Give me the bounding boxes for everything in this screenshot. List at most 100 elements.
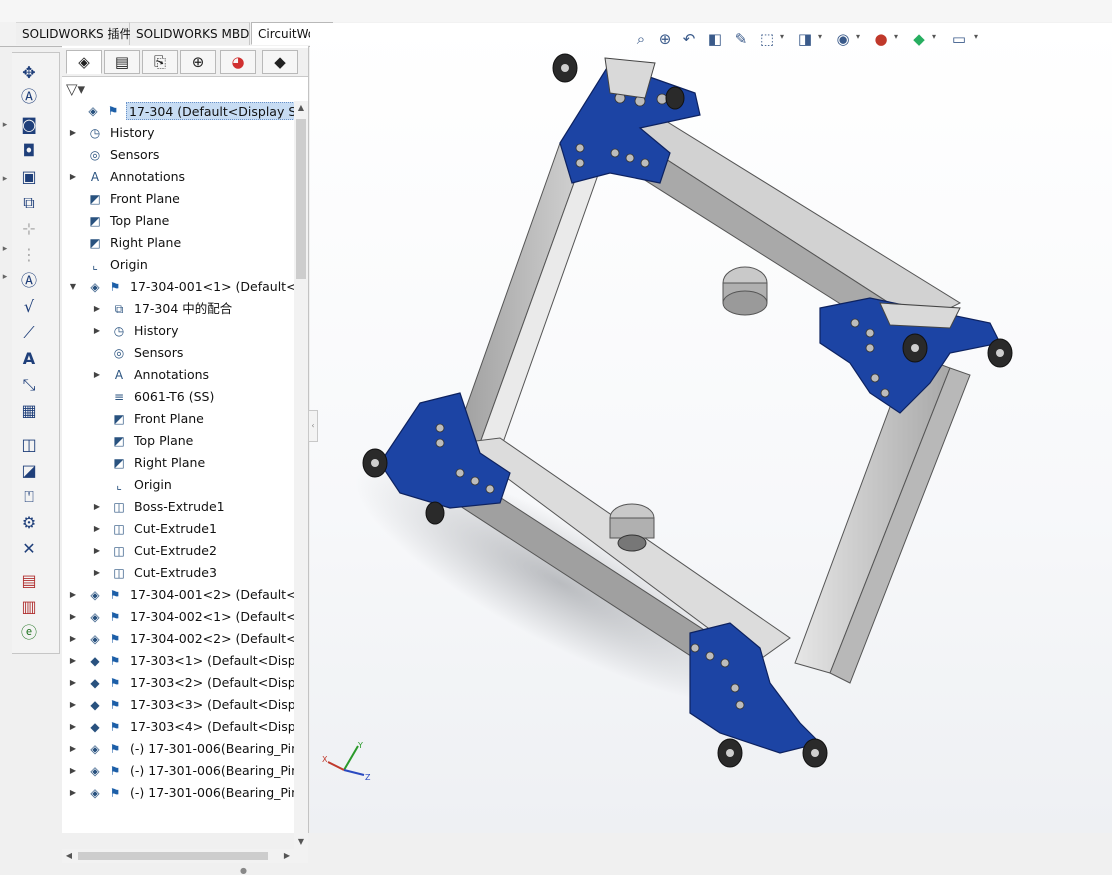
chevron-right-icon[interactable]: ▶ [68, 677, 78, 689]
tree-item[interactable]: ⌞ Origin [62, 255, 294, 277]
graphics-viewport[interactable] [310, 23, 1112, 833]
display-style-icon[interactable]: ◨ [794, 28, 816, 50]
smart-dimension-icon[interactable]: ✥ [18, 63, 40, 83]
chevron-right-icon[interactable]: ▶ [68, 787, 78, 799]
auto-balloon-icon[interactable]: ◘ [18, 141, 40, 161]
tree-item[interactable]: ◩ Right Plane [62, 233, 294, 255]
panel-splitter[interactable]: ‹ [308, 410, 318, 442]
chevron-right-icon[interactable]: ▶ [68, 655, 78, 667]
pdf-3d-icon[interactable]: ▤ [18, 571, 40, 591]
magnetic-line-icon[interactable]: ▣ [18, 167, 40, 187]
chevron-right-icon[interactable]: ▶ [68, 589, 78, 601]
tab-property-manager[interactable]: ▤ [104, 50, 140, 74]
chevron-down-icon[interactable]: ▾ [780, 32, 784, 41]
chevron-right-icon[interactable]: ▶ [92, 303, 102, 315]
publish-icon[interactable]: ⍞ [18, 487, 40, 507]
filter-icon[interactable]: ▽▾ [66, 80, 85, 98]
tree-item[interactable]: ▼ ◈ ⚑ 17-304-001<1> (Default<< [62, 277, 294, 299]
weld-symbol-icon[interactable]: ⟋ [18, 323, 40, 343]
view-settings-icon[interactable]: ▭ [948, 28, 970, 50]
surface-finish-icon[interactable]: √ [18, 297, 40, 317]
chevron-right-icon[interactable]: ▶ [92, 545, 102, 557]
tab-solidworks-addins[interactable]: SOLIDWORKS 插件 [16, 22, 131, 45]
chevron-right-icon[interactable]: ▸ [0, 118, 10, 132]
tree-item[interactable]: ▶ ◆ ⚑ 17-303<2> (Default<Display Sta [62, 673, 294, 695]
tree-horizontal-scrollbar[interactable]: ◀ ▶ [62, 849, 308, 863]
tree-item[interactable]: ▶ ◫ Cut-Extrude2 [62, 541, 294, 563]
chevron-right-icon[interactable]: ▶ [68, 743, 78, 755]
tree-item[interactable]: ▶ ◈ ⚑ 17-304-001<2> (Default<< [62, 585, 294, 607]
zoom-to-fit-icon[interactable]: ⌕ [630, 28, 652, 50]
tree-item[interactable]: ▶ ◫ Cut-Extrude1 [62, 519, 294, 541]
hide-show-icon[interactable]: ◉ [832, 28, 854, 50]
text-icon[interactable]: A [18, 349, 40, 369]
chevron-down-icon[interactable]: ▾ [856, 32, 860, 41]
stacked-balloon-icon[interactable]: ⧉ [18, 193, 40, 213]
scroll-down-icon[interactable]: ▼ [294, 835, 308, 849]
tree-item[interactable]: ▶ ◈ ⚑ (-) 17-301-006(Bearing_Pin) [62, 739, 294, 761]
tree-item[interactable]: ◩ Front Plane [62, 189, 294, 211]
tree-item[interactable]: ▶ ◈ ⚑ 17-304-002<2> (Default<< [62, 629, 294, 651]
edrawings-icon[interactable]: ⓔ [18, 623, 40, 643]
tab-cam-manager[interactable]: ◆ [262, 50, 298, 74]
assembly-model-render[interactable] [310, 23, 1112, 833]
tree-item[interactable]: ◩ Top Plane [62, 431, 294, 453]
balloon-icon[interactable]: ◙ [18, 115, 40, 135]
centerline-icon[interactable]: ⋮ [18, 245, 40, 265]
dimxpert-icon[interactable]: ⚙ [18, 513, 40, 533]
tree-item[interactable]: ◎ Sensors [62, 343, 294, 365]
chevron-right-icon[interactable]: ▶ [68, 699, 78, 711]
previous-view-icon[interactable]: ↶ [678, 28, 700, 50]
chevron-right-icon[interactable]: ▶ [92, 325, 102, 337]
tree-item[interactable]: ▶ ◫ Boss-Extrude1 [62, 497, 294, 519]
scroll-up-icon[interactable]: ▲ [294, 101, 308, 115]
chevron-right-icon[interactable]: ▶ [68, 721, 78, 733]
scroll-left-icon[interactable]: ◀ [62, 849, 76, 863]
scroll-right-icon[interactable]: ▶ [280, 849, 294, 863]
chevron-right-icon[interactable]: ▶ [92, 567, 102, 579]
tree-item[interactable]: ▶ ◫ Cut-Extrude3 [62, 563, 294, 585]
section-view-icon[interactable]: ◪ [18, 461, 40, 481]
center-mark-icon[interactable]: ⊹ [18, 219, 40, 239]
chevron-right-icon[interactable]: ▶ [68, 765, 78, 777]
chevron-down-icon[interactable]: ▼ [68, 281, 78, 293]
tab-solidworks-mbd[interactable]: SOLIDWORKS MBD [130, 22, 250, 45]
tree-item[interactable]: ▶ ◆ ⚑ 17-303<1> (Default<Display Sta [62, 651, 294, 673]
scrollbar-thumb[interactable] [296, 119, 306, 279]
tree-vertical-scrollbar[interactable]: ▲ ▼ [294, 101, 308, 849]
tree-item[interactable]: ▶ ◈ ⚑ (-) 17-301-006(Bearing_Pin) [62, 783, 294, 805]
tree-item[interactable]: ◩ Top Plane [62, 211, 294, 233]
hole-callout-icon[interactable]: ⤡ [18, 375, 40, 395]
scrollbar-thumb[interactable] [78, 852, 268, 860]
tab-display-manager[interactable]: ◕ [220, 50, 256, 74]
chevron-right-icon[interactable]: ▶ [92, 523, 102, 535]
tree-item[interactable]: ▶ A Annotations [62, 365, 294, 387]
chevron-down-icon[interactable]: ▾ [894, 32, 898, 41]
tree-item[interactable]: ▶ ◷ History [62, 123, 294, 145]
auto-dimension-icon[interactable]: ✕ [18, 539, 40, 559]
tree-item[interactable]: ▶ ⧉ 17-304 中的配合 [62, 299, 294, 321]
chevron-right-icon[interactable]: ▶ [68, 127, 78, 139]
apply-scene-icon[interactable]: ◆ [908, 28, 930, 50]
pdf-3d-template-icon[interactable]: ▥ [18, 597, 40, 617]
chevron-right-icon[interactable]: ▸ [0, 172, 10, 186]
zoom-area-icon[interactable]: ⊕ [654, 28, 676, 50]
tab-feature-manager[interactable]: ◈ [66, 50, 102, 74]
chevron-right-icon[interactable]: ▸ [0, 242, 10, 256]
tree-item[interactable]: ▶ ◆ ⚑ 17-303<3> (Default<Display Sta [62, 695, 294, 717]
chevron-right-icon[interactable]: ▸ [0, 270, 10, 284]
chevron-right-icon[interactable]: ▶ [68, 611, 78, 623]
tree-item[interactable]: ◩ Right Plane [62, 453, 294, 475]
chevron-right-icon[interactable]: ▶ [68, 633, 78, 645]
tree-item[interactable]: ⌞ Origin [62, 475, 294, 497]
chevron-down-icon[interactable]: ▾ [974, 32, 978, 41]
tree-item[interactable]: ▶ ◈ ⚑ 17-304-002<1> (Default<< [62, 607, 294, 629]
tree-item[interactable]: ▶ ◈ ⚑ (-) 17-301-006(Bearing_Pin) [62, 761, 294, 783]
tab-dimxpert-manager[interactable]: ⊕ [180, 50, 216, 74]
tree-item[interactable]: ▶ ◷ History [62, 321, 294, 343]
chevron-down-icon[interactable]: ▾ [932, 32, 936, 41]
chevron-right-icon[interactable]: ▶ [92, 369, 102, 381]
chevron-right-icon[interactable]: ▶ [68, 171, 78, 183]
tree-item[interactable]: ▶ ◆ ⚑ 17-303<4> (Default<Display Sta [62, 717, 294, 739]
tree-item[interactable]: ◈ ⚑ 17-304 (Default<Display State- [62, 101, 294, 123]
